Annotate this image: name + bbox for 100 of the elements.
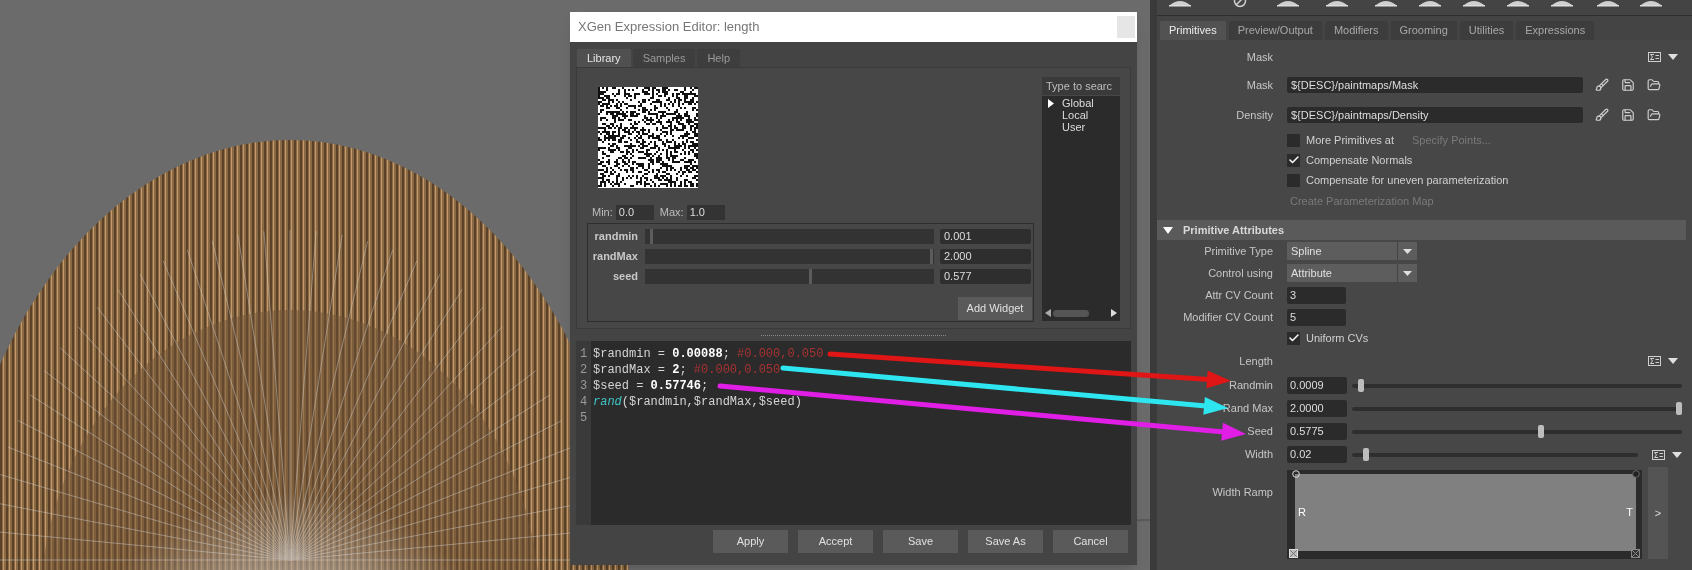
widget-slider[interactable]: [645, 248, 934, 264]
attribute-label: Attr CV Count: [1204, 287, 1274, 303]
slider-handle[interactable]: [1676, 402, 1682, 415]
dome-icon[interactable]: [1462, 0, 1486, 7]
tab[interactable]: Help: [697, 49, 741, 67]
folder-icon[interactable]: [1647, 78, 1661, 92]
slider[interactable]: [1352, 379, 1682, 392]
checkbox-label: More Primitives at: [1306, 132, 1395, 148]
tab[interactable]: Modifiers: [1324, 21, 1388, 40]
scroll-right-icon[interactable]: [1111, 309, 1117, 317]
dropdown-icon[interactable]: [1403, 270, 1412, 276]
brush-icon[interactable]: [1595, 78, 1609, 92]
dropdown[interactable]: Attribute: [1287, 264, 1417, 282]
slider[interactable]: [1352, 402, 1682, 415]
dome-icon[interactable]: [1168, 0, 1192, 7]
widget-value-field[interactable]: 0.577: [940, 268, 1031, 284]
path-field[interactable]: ${DESC}/paintmaps/Density: [1287, 107, 1583, 123]
dialog-button[interactable]: Apply: [713, 530, 788, 553]
add-widget-button[interactable]: Add Widget: [958, 297, 1032, 320]
scrollbar[interactable]: [1045, 307, 1117, 319]
checkbox[interactable]: [1287, 133, 1300, 147]
ramp-key-icon[interactable]: [1632, 470, 1640, 478]
expression-icon[interactable]: [1652, 449, 1665, 460]
attribute-label: Randmin: [1227, 378, 1274, 394]
save-icon[interactable]: [1621, 108, 1635, 122]
search-field[interactable]: Type to searc: [1042, 77, 1120, 95]
code-line: $randMax = 2; #0.000,0.050: [593, 363, 781, 377]
dialog-button[interactable]: Accept: [798, 530, 873, 553]
checkbox[interactable]: [1287, 331, 1300, 345]
max-field[interactable]: 1.0: [686, 204, 725, 220]
tree-item[interactable]: Global: [1062, 97, 1094, 109]
widget-value-field[interactable]: 0.001: [940, 228, 1031, 244]
max-label: Max:: [659, 204, 684, 220]
checkbox[interactable]: [1287, 173, 1300, 187]
tree-item[interactable]: User: [1062, 121, 1086, 133]
line-number: 5: [579, 410, 588, 426]
scroll-left-icon[interactable]: [1045, 309, 1051, 317]
splitter-handle[interactable]: [761, 334, 946, 336]
dome-icon[interactable]: [1276, 0, 1300, 7]
dome-icon[interactable]: [1374, 0, 1398, 7]
widget-value-field[interactable]: 2.000: [940, 248, 1031, 264]
tab[interactable]: Primitives: [1160, 21, 1226, 40]
expression-icon[interactable]: [1648, 356, 1661, 366]
slider-handle[interactable]: [1363, 448, 1370, 461]
number-field[interactable]: 0.02: [1287, 446, 1347, 463]
widget-slider[interactable]: [645, 228, 934, 244]
tab[interactable]: Library: [577, 49, 631, 67]
line-number: 2: [579, 362, 588, 378]
tab[interactable]: Expressions: [1516, 21, 1595, 40]
ramp-editor[interactable]: R T: [1287, 470, 1642, 559]
dome-icon[interactable]: [1596, 0, 1620, 7]
tab[interactable]: Grooming: [1390, 21, 1457, 40]
dialog-button[interactable]: Cancel: [1053, 530, 1128, 553]
dropdown-icon[interactable]: [1668, 54, 1678, 60]
ramp-key-icon[interactable]: [1631, 549, 1640, 558]
dropdown[interactable]: Spline: [1287, 242, 1417, 260]
line-number: 4: [579, 394, 588, 410]
dialog-button[interactable]: Save As: [968, 530, 1043, 553]
dome-icon[interactable]: [1506, 0, 1530, 7]
expand-arrow-icon[interactable]: [1048, 98, 1054, 108]
tab[interactable]: Utilities: [1459, 21, 1514, 40]
tab[interactable]: Preview/Output: [1228, 21, 1322, 40]
path-field[interactable]: ${DESC}/paintmaps/Mask: [1287, 77, 1583, 93]
slider[interactable]: [1352, 448, 1638, 461]
dropdown-icon[interactable]: [1403, 248, 1412, 254]
attribute-label: Width Ramp: [1211, 485, 1274, 500]
tab[interactable]: Samples: [632, 49, 696, 67]
checkbox-label: Compensate Normals: [1306, 152, 1413, 168]
slider-handle[interactable]: [649, 228, 653, 244]
attribute-label: Mask: [1245, 77, 1274, 93]
expression-icon[interactable]: [1648, 52, 1661, 62]
number-field[interactable]: 5: [1287, 308, 1346, 326]
dropdown-icon[interactable]: [1672, 451, 1682, 458]
widget-label: randMax: [591, 248, 638, 264]
checkbox[interactable]: [1287, 153, 1300, 167]
dome-icon[interactable]: [1550, 0, 1574, 7]
number-field[interactable]: 0.5775: [1287, 423, 1347, 440]
folder-icon[interactable]: [1647, 108, 1661, 122]
min-field[interactable]: 0.0: [615, 204, 654, 220]
collapse-arrow-icon[interactable]: [1163, 226, 1173, 234]
save-icon[interactable]: [1621, 78, 1635, 92]
number-field[interactable]: 2.0000: [1287, 400, 1347, 417]
slider-handle[interactable]: [1358, 379, 1365, 392]
slider-handle[interactable]: [1538, 425, 1545, 438]
dome-icon[interactable]: [1639, 0, 1663, 7]
expand-ramp-button[interactable]: >: [1648, 467, 1668, 559]
brush-icon[interactable]: [1595, 108, 1609, 122]
slider-handle[interactable]: [808, 268, 812, 284]
section-header[interactable]: Primitive Attributes: [1157, 220, 1686, 240]
number-field[interactable]: 0.0009: [1287, 377, 1347, 394]
tree-item[interactable]: Local: [1062, 109, 1089, 121]
code-editor[interactable]: 1 2 3 4 5 $randmin = 0.00088; #0.000,0.050 $randMax = 2; #0.000,0.050 $seed = 0.57746; rand($randmin,$randMax,$seed): [576, 341, 1131, 525]
slider[interactable]: [1352, 425, 1682, 438]
dome-icon[interactable]: [1325, 0, 1349, 7]
number-field[interactable]: 3: [1287, 286, 1346, 304]
attribute-label: Control using: [1207, 265, 1274, 281]
widget-slider[interactable]: [645, 268, 934, 284]
dialog-button[interactable]: Save: [883, 530, 958, 553]
dome-icon[interactable]: [1418, 0, 1442, 7]
dropdown-icon[interactable]: [1668, 358, 1678, 364]
